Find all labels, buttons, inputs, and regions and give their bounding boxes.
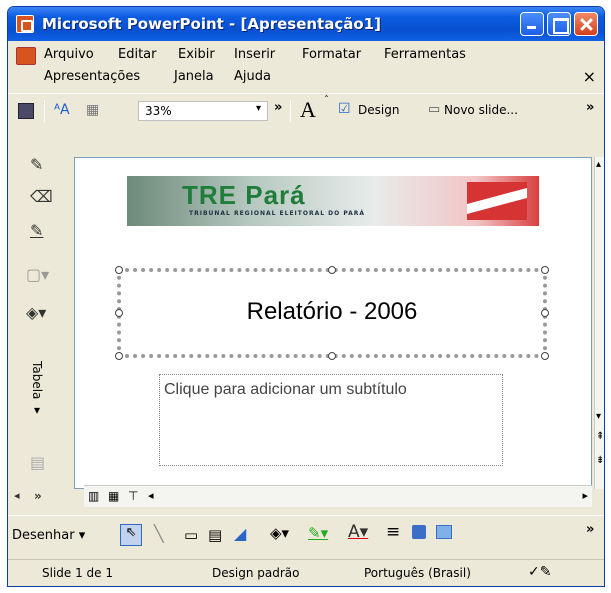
drawing-toolbar: Desenhar ▾ ⇖ ╲ ▭ ▤ ◢ ◈▾ ✎▾ A▾ ≡ »: [8, 515, 604, 555]
menu-bar: Arquivo Editar Exibir Inserir Formatar F…: [8, 43, 604, 91]
document-icon[interactable]: [16, 47, 36, 65]
banner-logo-text: TRE Pará: [182, 180, 306, 210]
menu-editar[interactable]: Editar: [118, 47, 157, 62]
toolbar-overflow-icon[interactable]: »: [34, 489, 42, 503]
resize-handle[interactable]: [541, 309, 549, 317]
menu-arquivo[interactable]: Arquivo: [44, 47, 94, 62]
fill-color-icon[interactable]: ◈▾: [26, 303, 46, 322]
line-style-icon[interactable]: ≡: [386, 522, 400, 542]
powerpoint-window: Microsoft PowerPoint - [Apresentação1] A…: [7, 6, 605, 587]
spell-check-icon[interactable]: ✓✎: [528, 564, 551, 580]
toolbar-overflow-icon[interactable]: »: [586, 522, 594, 537]
scroll-left-icon[interactable]: ◂: [148, 489, 154, 502]
powerpoint-app-icon[interactable]: [16, 15, 34, 33]
line-color-icon[interactable]: ✎▾: [308, 524, 328, 542]
resize-handle[interactable]: [115, 352, 123, 360]
new-slide-icon[interactable]: ▭: [428, 102, 440, 117]
slide-title[interactable]: Relatório - 2006: [121, 298, 543, 326]
resize-handle[interactable]: [115, 309, 123, 317]
resize-handle[interactable]: [328, 352, 336, 360]
horizontal-scrollbar[interactable]: ▥ ▦ ⊤ ◂ ▸: [84, 485, 592, 507]
vertical-scrollbar[interactable]: ▴ ▾ ⇞ ⇟: [594, 157, 604, 489]
tre-para-banner: TRE Pará TRIBUNAL REGIONAL ELEITORAL DO …: [127, 176, 539, 226]
para-flag-image: [467, 182, 527, 220]
border-color-icon[interactable]: ✎: [30, 221, 43, 240]
toolbar-overflow-icon[interactable]: »: [586, 100, 594, 115]
slide-sorter-view-icon[interactable]: ▦: [108, 489, 119, 503]
previous-slide-icon[interactable]: ⇞: [596, 431, 604, 442]
resize-handle[interactable]: [541, 266, 549, 274]
scroll-up-icon[interactable]: ▴: [596, 159, 601, 170]
scroll-down-icon[interactable]: ▾: [596, 411, 601, 422]
subtitle-placeholder-text[interactable]: Clique para adicionar um subtítulo: [164, 381, 407, 399]
menu-ajuda[interactable]: Ajuda: [234, 69, 271, 84]
resize-handle[interactable]: [541, 352, 549, 360]
toolbar-separator: [44, 100, 45, 122]
select-cursor-icon[interactable]: ⇖: [120, 524, 142, 546]
maximize-button[interactable]: [547, 12, 571, 36]
subtitle-placeholder[interactable]: Clique para adicionar um subtítulo: [159, 374, 503, 466]
text-direction-icon[interactable]: ᴬA: [54, 102, 70, 118]
3d-icon[interactable]: [436, 525, 452, 539]
title-placeholder[interactable]: Relatório - 2006: [115, 266, 549, 360]
window-controls: [520, 12, 598, 36]
design-name: Design padrão: [212, 566, 300, 580]
normal-view-icon[interactable]: ▥: [88, 489, 99, 503]
save-icon[interactable]: [18, 103, 34, 119]
scroll-left-icon[interactable]: ◂: [14, 489, 20, 502]
fill-color-icon[interactable]: ◈▾: [270, 524, 289, 542]
tables-borders-toolbar: ✎ ⌫ ✎ ▢▾ ◈▾ Tabela ▾ ▤ ◂ »: [8, 131, 72, 519]
slide-counter: Slide 1 de 1: [42, 566, 113, 580]
eraser-icon[interactable]: ⌫: [30, 187, 53, 206]
wordart-icon[interactable]: ◢: [234, 524, 246, 543]
document-close-icon[interactable]: ×: [583, 67, 596, 86]
resize-handle[interactable]: [115, 266, 123, 274]
zoom-select[interactable]: 33% ▾: [138, 101, 268, 121]
rectangle-icon[interactable]: ▭: [184, 526, 198, 544]
language-status: Português (Brasil): [364, 566, 471, 580]
toolbar-options-icon[interactable]: »: [274, 100, 282, 115]
title-bar[interactable]: Microsoft PowerPoint - [Apresentação1]: [8, 7, 604, 41]
borders-icon[interactable]: ▢▾: [26, 265, 49, 284]
resize-handle[interactable]: [328, 266, 336, 274]
slideshow-view-icon[interactable]: ⊤: [128, 489, 138, 503]
grid-icon[interactable]: ▦: [86, 102, 99, 118]
new-slide-button[interactable]: Novo slide...: [444, 103, 518, 117]
menu-inserir[interactable]: Inserir: [234, 47, 275, 62]
line-icon[interactable]: ╲: [154, 524, 164, 543]
toolbar-separator: [290, 100, 291, 122]
tabela-menu[interactable]: Tabela ▾: [30, 361, 44, 417]
menu-formatar[interactable]: Formatar: [302, 47, 361, 62]
next-slide-icon[interactable]: ⇟: [596, 455, 604, 466]
font-color-icon[interactable]: A▾: [348, 522, 368, 542]
desenhar-menu[interactable]: Desenhar ▾: [12, 528, 85, 543]
font-grow-icon: ˆ: [324, 95, 329, 106]
design-button[interactable]: Design: [358, 103, 399, 117]
scroll-right-icon[interactable]: ▸: [582, 489, 588, 502]
status-bar: Slide 1 de 1 Design padrão Português (Br…: [8, 559, 604, 586]
menu-janela[interactable]: Janela: [174, 69, 214, 84]
banner-subtitle: TRIBUNAL REGIONAL ELEITORAL DO PARÁ: [189, 210, 366, 217]
chevron-down-icon: ▾: [255, 103, 261, 114]
close-button[interactable]: [574, 12, 598, 36]
table-grid-icon[interactable]: ▤: [30, 453, 45, 472]
window-title: Microsoft PowerPoint - [Apresentação1]: [42, 15, 381, 33]
shadow-icon[interactable]: [412, 525, 426, 539]
menu-ferramentas[interactable]: Ferramentas: [384, 47, 466, 62]
standard-toolbar: ᴬA ▦ 33% ▾ » A ˆ ☑ Design ▭ Novo slide...…: [8, 93, 604, 129]
font-size-icon[interactable]: A: [300, 97, 316, 123]
slide-canvas[interactable]: TRE Pará TRIBUNAL REGIONAL ELEITORAL DO …: [74, 157, 592, 489]
zoom-value: 33%: [145, 104, 172, 118]
textbox-icon[interactable]: ▤: [208, 526, 222, 544]
design-icon[interactable]: ☑: [338, 101, 351, 117]
pencil-icon[interactable]: ✎: [30, 155, 43, 174]
menu-exibir[interactable]: Exibir: [178, 47, 215, 62]
menu-apresentacoes[interactable]: Apresentações: [44, 69, 140, 84]
minimize-button[interactable]: [520, 12, 544, 36]
